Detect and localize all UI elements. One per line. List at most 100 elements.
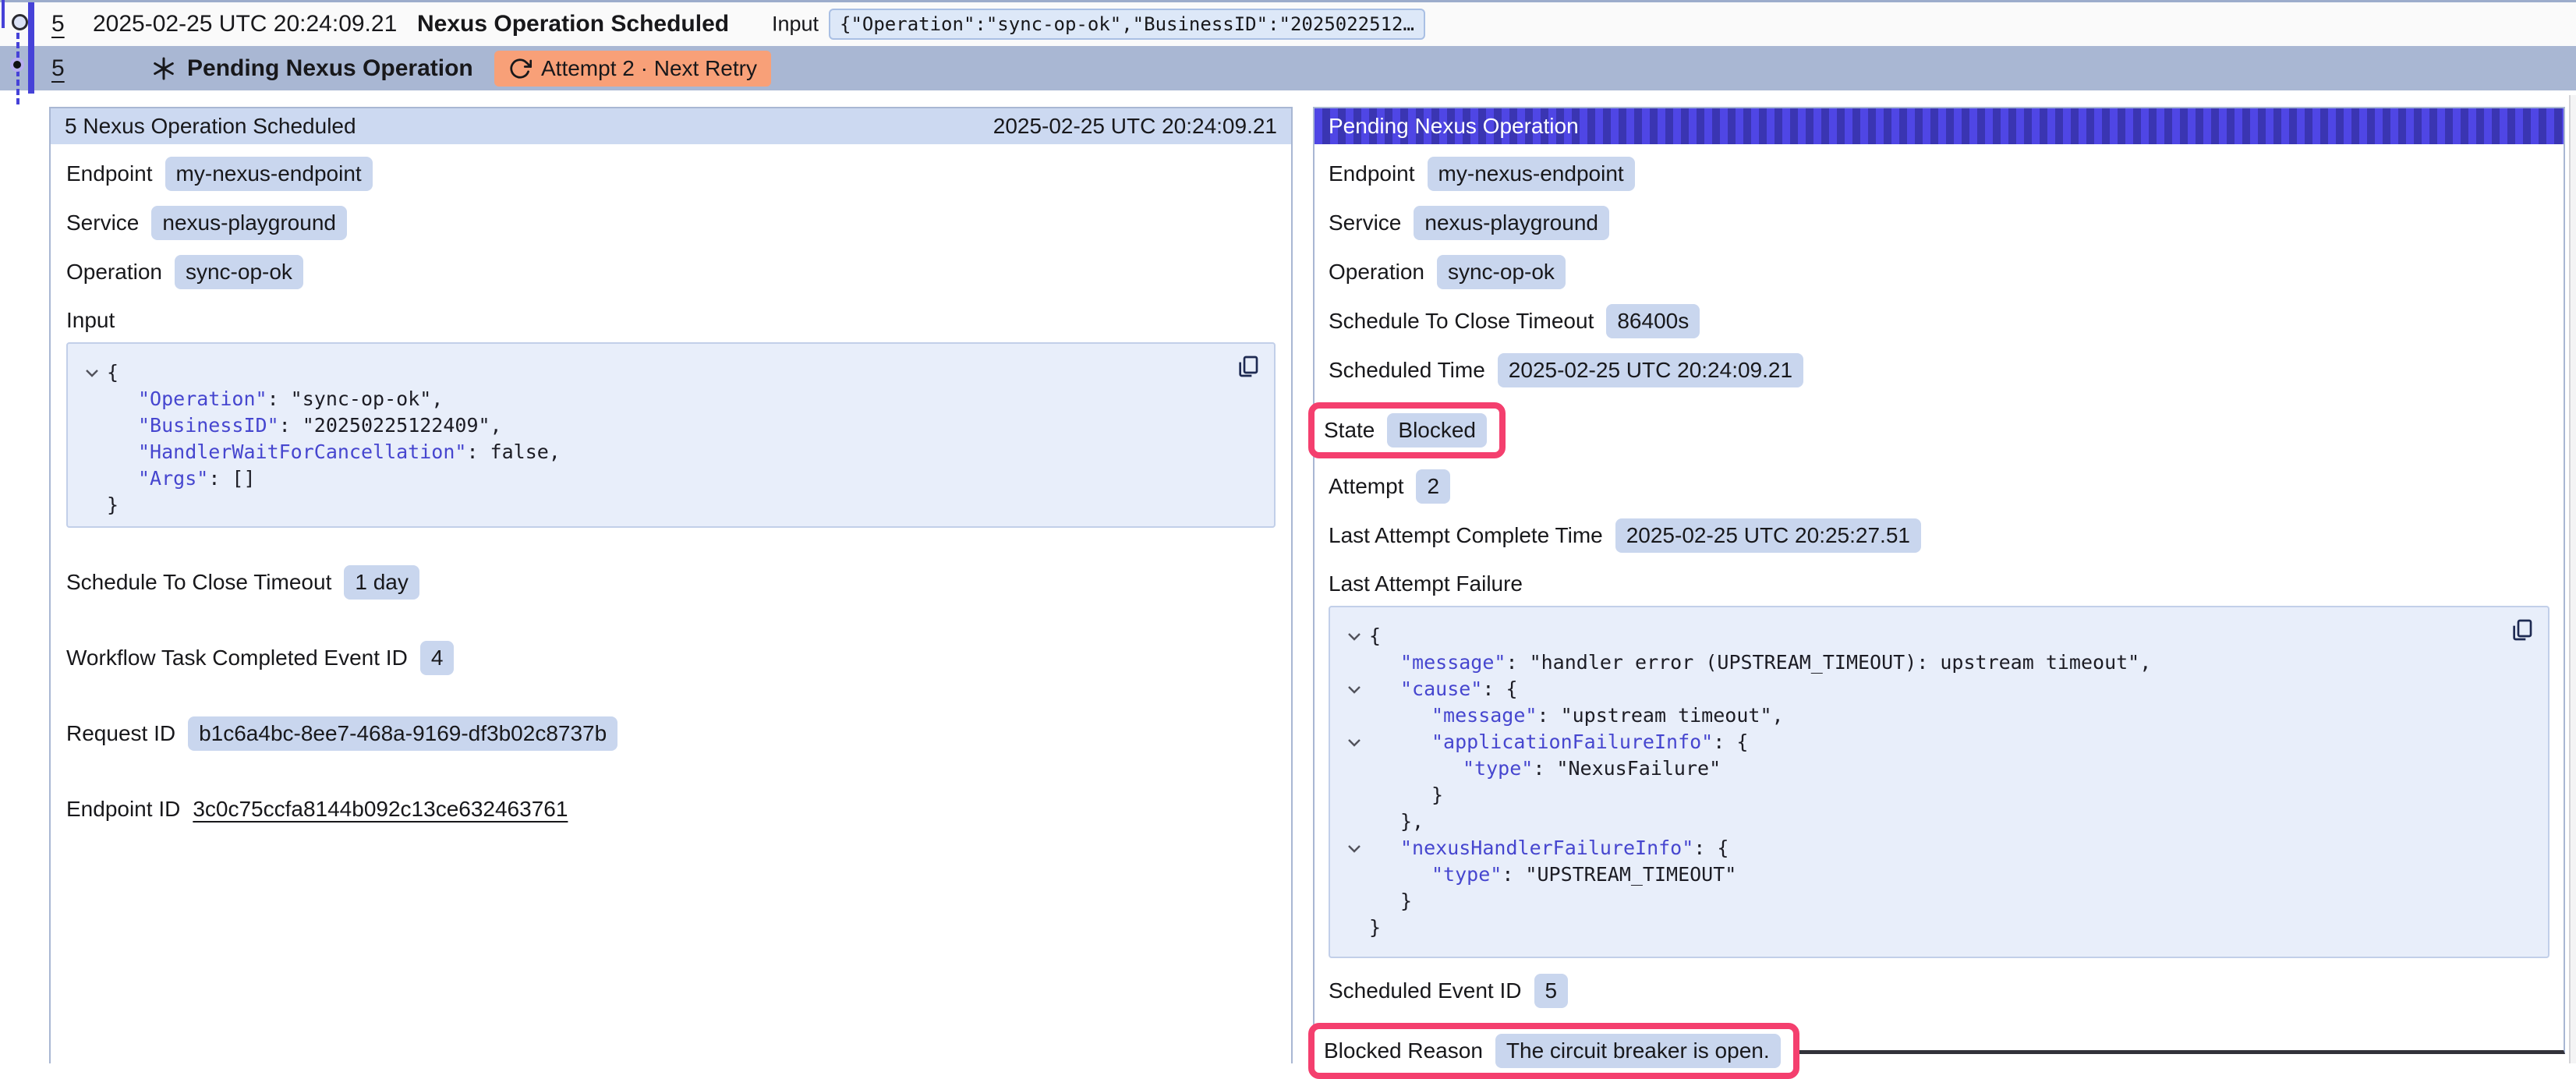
last-attempt-failure-label: Last Attempt Failure [1329,571,2549,596]
code-line: { [1339,623,2532,649]
code-text: } [1369,888,1412,914]
field-row: Blocked ReasonThe circuit breaker is ope… [1329,1023,2549,1079]
code-text: "cause": { [1369,676,1518,702]
input-label: Input [772,12,819,37]
json-key: "type" [1463,757,1533,780]
field-value-chip: 5 [1534,974,1569,1008]
chevron-down-icon[interactable] [1339,729,1369,755]
code-text: } [107,492,119,518]
asterisk-icon [151,56,176,81]
highlight-box: StateBlocked [1308,402,1506,458]
field-row: Endpointmy-nexus-endpoint [66,157,1276,191]
field-value-chip: 2025-02-25 UTC 20:25:27.51 [1615,518,1921,553]
attempt-badge-label: Attempt 2 · Next Retry [541,56,757,81]
field-value-chip: The circuit breaker is open. [1495,1034,1781,1068]
event-id-link[interactable]: 5 [51,11,65,37]
code-line: { [77,359,1258,386]
field-row: Endpointmy-nexus-endpoint [1329,157,2549,191]
scrollbar-gutter[interactable] [2569,95,2576,1063]
input-section-label: Input [66,308,1276,333]
code-line: } [1339,914,2532,941]
field-label: Endpoint [66,161,153,186]
code-line: "BusinessID": "20250225122409", [77,412,1258,439]
event-id-link[interactable]: 5 [51,55,65,82]
code-gutter [1339,888,1369,914]
code-gutter [77,386,107,412]
code-gutter [1339,861,1369,888]
field-row: Operationsync-op-ok [66,255,1276,289]
field-value-chip: nexus-playground [1414,206,1609,240]
code-text: "type": "NexusFailure" [1369,755,1721,782]
json-key: "type" [1431,863,1502,886]
code-text: { [107,359,119,386]
field-label: Last Attempt Complete Time [1329,523,1603,548]
pending-title: Pending Nexus Operation [187,55,473,82]
field-value-chip: sync-op-ok [1437,255,1566,289]
pending-operation-panel: Pending Nexus Operation Endpointmy-nexus… [1313,107,2565,1054]
field-value-chip: nexus-playground [151,206,347,240]
code-line: "message": "upstream timeout", [1339,702,2532,729]
timeline-node-dot [10,58,24,72]
field-row: Operation sync-op-ok [1329,255,2549,289]
code-gutter [1339,808,1369,835]
json-key: "BusinessID" [138,414,279,437]
event-title: Nexus Operation Scheduled [417,11,729,37]
code-gutter [77,439,107,465]
event-timestamp: 2025-02-25 UTC 20:24:09.21 [93,11,397,37]
retry-icon [508,57,532,80]
code-text: "Operation": "sync-op-ok", [107,386,443,412]
field-label: Schedule To Close Timeout [1329,309,1594,334]
field-label: State [1324,418,1375,443]
code-text: "applicationFailureInfo": { [1369,729,1748,755]
event-detail-header: 5 Nexus Operation Scheduled 2025-02-25 U… [51,108,1291,144]
chevron-down-icon[interactable] [1339,676,1369,702]
code-gutter [77,412,107,439]
field-label: Endpoint ID [66,797,180,822]
field-row: Schedule To Close Timeout1 day [66,565,1276,600]
code-gutter [1339,782,1369,808]
input-preview-chip: {"Operation":"sync-op-ok","BusinessID":"… [829,9,1425,40]
field-row: Workflow Task Completed Event ID4 [66,641,1276,675]
field-row: Scheduled Event ID 5 [1329,974,2549,1008]
pending-operation-header-title: Pending Nexus Operation [1329,114,1579,139]
chevron-down-icon[interactable] [77,359,107,386]
code-text: } [1369,914,1381,941]
code-gutter [1339,914,1369,941]
field-row: Endpoint ID 3c0c75ccfa8144b092c13ce632463… [66,792,1276,826]
field-row: Scheduled Time2025-02-25 UTC 20:24:09.21 [1329,353,2549,387]
field-label: Service [1329,210,1401,235]
field-row: Service nexus-playground [1329,206,2549,240]
highlight-box: Blocked ReasonThe circuit breaker is ope… [1308,1023,1799,1079]
json-key: "message" [1431,704,1537,727]
json-key: "message" [1400,651,1506,674]
field-label: Operation [66,260,162,285]
code-line: "cause": { [1339,676,2532,702]
code-line: } [1339,888,2532,914]
input-json-block: {"Operation": "sync-op-ok","BusinessID":… [66,342,1276,528]
code-gutter [1339,649,1369,676]
code-line: "Args": [] [77,465,1258,492]
event-detail-header-timestamp: 2025-02-25 UTC 20:24:09.21 [993,114,1277,139]
field-row: Request IDb1c6a4bc-8ee7-468a-9169-df3b02… [66,716,1276,751]
code-text: "BusinessID": "20250225122409", [107,412,502,439]
code-line: "HandlerWaitForCancellation": false, [77,439,1258,465]
attempt-retry-badge: Attempt 2 · Next Retry [494,51,771,87]
field-label: Scheduled Event ID [1329,978,1522,1003]
json-key: "Args" [138,467,208,490]
chevron-down-icon[interactable] [1339,835,1369,861]
field-value-link[interactable]: 3c0c75ccfa8144b092c13ce632463761 [193,797,568,822]
json-key: "HandlerWaitForCancellation" [138,440,466,463]
timeline-connector [2,0,5,28]
field-value-chip: b1c6a4bc-8ee7-468a-9169-df3b02c8737b [188,716,617,751]
chevron-down-icon[interactable] [1339,623,1369,649]
field-row: Servicenexus-playground [66,206,1276,240]
field-value-chip: 1 day [344,565,419,600]
event-row-nexus-operation-scheduled[interactable]: 5 2025-02-25 UTC 20:24:09.21 Nexus Opera… [0,2,2576,46]
copy-icon[interactable] [1235,353,1261,380]
event-row-pending-nexus-operation[interactable]: 5 Pending Nexus Operation Attempt 2 · Ne… [0,46,2576,90]
field-label: Operation [1329,260,1424,285]
copy-icon[interactable] [2509,617,2535,643]
pending-operation-header: Pending Nexus Operation [1315,108,2564,144]
code-text: }, [1369,808,1424,835]
json-key: "cause" [1400,677,1482,700]
